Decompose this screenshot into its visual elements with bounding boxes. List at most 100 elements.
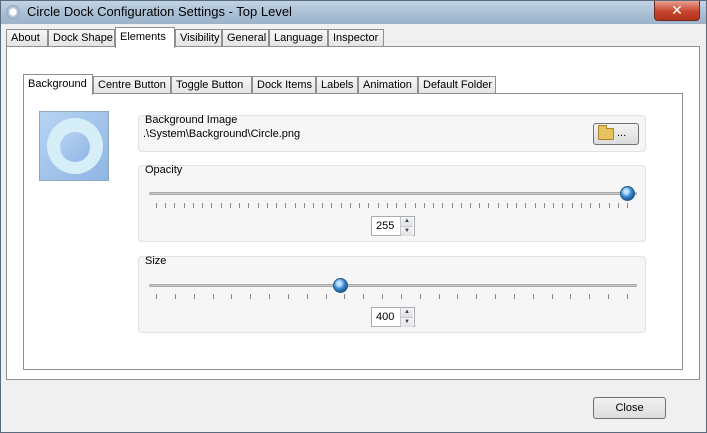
tab-inspector[interactable]: Inspector xyxy=(328,29,384,46)
opacity-slider-track[interactable] xyxy=(149,192,637,195)
slider-tick xyxy=(387,203,388,208)
opacity-slider-ticks xyxy=(156,203,628,209)
background-image-label: Background Image xyxy=(145,114,238,126)
background-image-group: Background Image .\System\Background\Cir… xyxy=(138,114,646,152)
slider-tick xyxy=(572,203,573,208)
title-bar[interactable]: Circle Dock Configuration Settings - Top… xyxy=(1,1,706,24)
slider-tick xyxy=(248,203,249,208)
slider-tick xyxy=(562,203,563,208)
size-slider-thumb[interactable] xyxy=(333,278,348,293)
close-button[interactable]: Close xyxy=(593,397,666,419)
slider-tick xyxy=(331,203,332,208)
slider-tick xyxy=(230,203,231,208)
opacity-spinbox[interactable]: 255 ▲ ▼ xyxy=(371,216,415,236)
slider-tick xyxy=(213,294,214,299)
slider-tick xyxy=(194,294,195,299)
opacity-label: Opacity xyxy=(145,164,183,176)
slider-tick xyxy=(288,294,289,299)
folder-open-icon xyxy=(598,125,614,140)
slider-tick xyxy=(405,203,406,208)
slider-tick xyxy=(313,203,314,208)
slider-tick xyxy=(433,203,434,208)
slider-tick xyxy=(424,203,425,208)
slider-tick xyxy=(590,203,591,208)
slider-tick xyxy=(627,294,628,299)
tab-language[interactable]: Language xyxy=(269,29,328,46)
window-close-button[interactable]: ✕ xyxy=(654,1,700,21)
slider-tick xyxy=(608,294,609,299)
slider-tick xyxy=(156,294,157,299)
slider-tick xyxy=(495,294,496,299)
slider-tick xyxy=(307,294,308,299)
slider-tick xyxy=(221,203,222,208)
slider-tick xyxy=(378,203,379,208)
slider-tick xyxy=(589,294,590,299)
opacity-value: 255 xyxy=(376,220,395,232)
slider-tick xyxy=(452,203,453,208)
size-slider-track[interactable] xyxy=(149,284,637,287)
slider-tick xyxy=(618,203,619,208)
slider-tick xyxy=(470,203,471,208)
slider-tick xyxy=(544,203,545,208)
slider-tick xyxy=(442,203,443,208)
slider-tick xyxy=(184,203,185,208)
tab-about[interactable]: About xyxy=(6,29,48,46)
slider-tick xyxy=(420,294,421,299)
slider-tick xyxy=(533,294,534,299)
slider-tick xyxy=(498,203,499,208)
slider-tick xyxy=(165,203,166,208)
slider-tick xyxy=(156,203,157,208)
slider-tick xyxy=(363,294,364,299)
tab-labels[interactable]: Labels xyxy=(316,76,358,93)
tab-animation[interactable]: Animation xyxy=(358,76,418,93)
slider-tick xyxy=(202,203,203,208)
slider-tick xyxy=(476,294,477,299)
tab-toggle-button[interactable]: Toggle Button xyxy=(171,76,252,93)
slider-tick xyxy=(401,294,402,299)
tab-dock-shape[interactable]: Dock Shape xyxy=(48,29,115,46)
size-group: Size 400 ▲ ▼ xyxy=(138,255,646,333)
background-preview-image xyxy=(39,111,109,181)
size-spin-arrows: ▲ ▼ xyxy=(400,308,414,327)
slider-tick xyxy=(174,203,175,208)
browse-button[interactable]: ... xyxy=(593,123,639,145)
tab-dock-items[interactable]: Dock Items xyxy=(252,76,316,93)
spin-down-icon[interactable]: ▼ xyxy=(401,317,413,327)
slider-tick xyxy=(344,294,345,299)
slider-tick xyxy=(396,203,397,208)
slider-tick xyxy=(341,203,342,208)
slider-tick xyxy=(488,203,489,208)
tab-centre-button[interactable]: Centre Button xyxy=(93,76,171,93)
config-window: Circle Dock Configuration Settings - Top… xyxy=(0,0,707,433)
tab-default-folder[interactable]: Default Folder xyxy=(418,76,496,93)
browse-button-label: ... xyxy=(617,127,627,139)
spin-up-icon[interactable]: ▲ xyxy=(401,217,413,226)
app-icon xyxy=(6,5,20,19)
slider-tick xyxy=(322,203,323,208)
tab-general[interactable]: General xyxy=(222,29,269,46)
slider-tick xyxy=(269,294,270,299)
slider-tick xyxy=(359,203,360,208)
slider-tick xyxy=(326,294,327,299)
slider-tick xyxy=(570,294,571,299)
slider-tick xyxy=(479,203,480,208)
slider-tick xyxy=(525,203,526,208)
slider-tick xyxy=(295,203,296,208)
slider-tick xyxy=(211,203,212,208)
tab-elements[interactable]: Elements xyxy=(115,27,175,48)
size-spinbox[interactable]: 400 ▲ ▼ xyxy=(371,307,415,327)
circle-ring-center xyxy=(60,132,90,162)
slider-tick xyxy=(350,203,351,208)
slider-tick xyxy=(507,203,508,208)
slider-tick xyxy=(276,203,277,208)
slider-tick xyxy=(461,203,462,208)
slider-tick xyxy=(267,203,268,208)
tab-background[interactable]: Background xyxy=(23,74,93,95)
tab-visibility[interactable]: Visibility xyxy=(175,29,222,46)
spin-down-icon[interactable]: ▼ xyxy=(401,226,413,236)
slider-tick xyxy=(285,203,286,208)
slider-tick xyxy=(258,203,259,208)
background-image-path: .\System\Background\Circle.png xyxy=(143,128,301,140)
opacity-slider-thumb[interactable] xyxy=(620,186,635,201)
spin-up-icon[interactable]: ▲ xyxy=(401,308,413,317)
